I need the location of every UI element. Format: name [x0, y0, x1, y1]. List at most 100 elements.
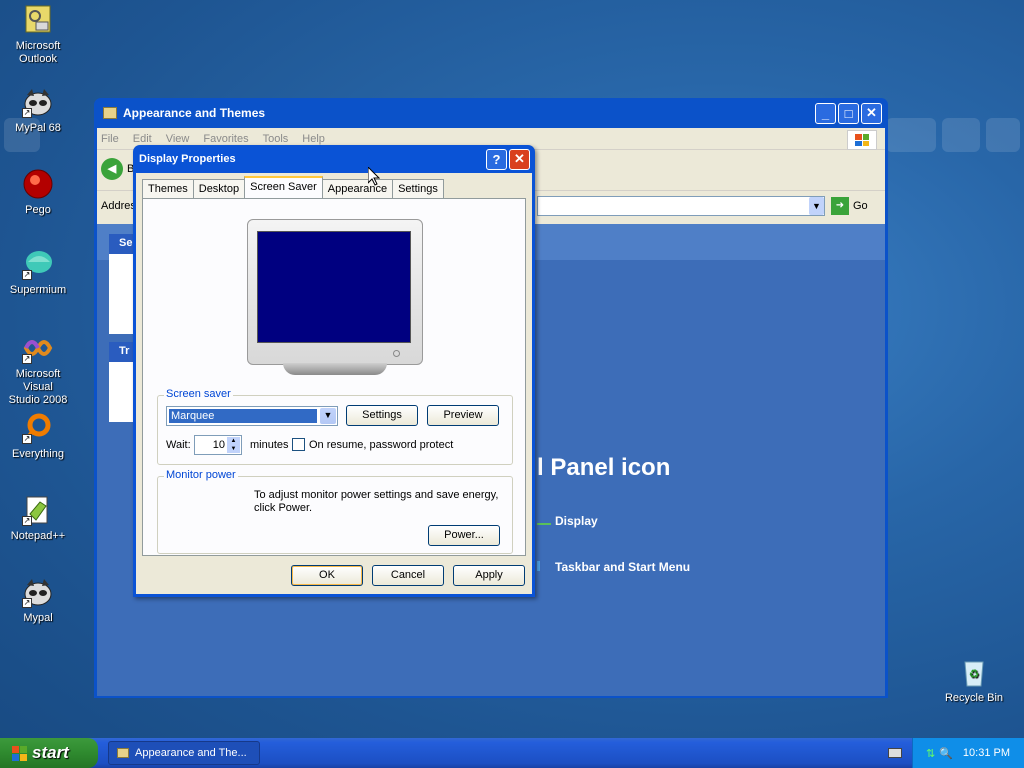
desktop-icon-label: Everything	[12, 448, 64, 460]
wait-value[interactable]: 10	[213, 439, 225, 451]
folder-icon	[103, 107, 117, 119]
dialog-close-button[interactable]: ✕	[509, 148, 530, 170]
taskbar-item-label: Appearance and The...	[135, 747, 247, 759]
desktop-icon-recycle-bin[interactable]: ♻ Recycle Bin	[936, 656, 1012, 705]
display-properties-dialog: Display Properties ? ✕ Themes Desktop Sc…	[133, 145, 535, 597]
apply-button[interactable]: Apply	[453, 565, 525, 586]
network-icon[interactable]: ⇅	[926, 747, 935, 760]
mypal-icon: ↗	[22, 86, 54, 118]
menu-file[interactable]: File	[101, 133, 119, 145]
monitor-power-led-icon	[393, 350, 400, 357]
desktop-icon-label: Recycle Bin	[944, 692, 1004, 704]
desktop-icon-everything[interactable]: ↗ Everything	[0, 412, 76, 461]
taskbar-icon	[537, 561, 551, 571]
outlook-icon	[22, 4, 54, 36]
explorer-titlebar[interactable]: Appearance and Themes _ □ ✕	[97, 98, 885, 128]
minimize-button[interactable]: _	[815, 102, 836, 124]
mypal-icon: ↗	[22, 576, 54, 608]
desktop-icon-visual-studio[interactable]: ↗ Microsoft Visual Studio 2008	[0, 332, 76, 407]
tab-desktop[interactable]: Desktop	[192, 179, 246, 198]
monitor-preview	[247, 219, 423, 379]
section-heading: l Panel icon	[537, 454, 671, 481]
dialog-title: Display Properties	[139, 153, 236, 165]
screen-saver-group-label: Screen saver	[164, 388, 233, 400]
everything-icon: ↗	[22, 412, 54, 444]
monitor-power-text: To adjust monitor power settings and sav…	[254, 489, 499, 514]
address-input[interactable]	[537, 196, 825, 216]
desktop-icon-outlook[interactable]: Microsoft Outlook	[0, 4, 76, 66]
tab-screen-saver[interactable]: Screen Saver	[244, 176, 323, 198]
menu-tools[interactable]: Tools	[263, 133, 289, 145]
menu-edit[interactable]: Edit	[133, 133, 152, 145]
shortcut-arrow-icon: ↗	[22, 270, 32, 280]
back-button[interactable]: ◀	[101, 158, 123, 180]
dialog-titlebar[interactable]: Display Properties ? ✕	[136, 145, 532, 173]
wait-stepper[interactable]: 10 ▲ ▼	[194, 435, 242, 455]
dialog-body: Themes Desktop Screen Saver Appearance S…	[136, 173, 532, 594]
help-button[interactable]: ?	[486, 148, 507, 170]
start-label: start	[32, 743, 69, 762]
go-arrow-icon[interactable]: ➜	[831, 197, 849, 215]
pego-icon	[22, 168, 54, 200]
shortcut-arrow-icon: ↗	[22, 598, 32, 608]
shortcut-arrow-icon: ↗	[22, 354, 32, 364]
ok-button[interactable]: OK	[291, 565, 363, 586]
minutes-label: minutes	[250, 439, 289, 451]
taskbar: start Appearance and The... ⇅ 🔍 10:31 PM	[0, 738, 1024, 768]
screen-saver-selected: Marquee	[169, 409, 317, 423]
tab-themes[interactable]: Themes	[142, 179, 194, 198]
chevron-down-icon[interactable]: ▼	[320, 408, 336, 424]
address-dropdown-icon[interactable]: ▼	[809, 197, 824, 215]
supermium-icon: ↗	[22, 248, 54, 280]
maximize-button[interactable]: □	[838, 102, 859, 124]
menu-view[interactable]: View	[166, 133, 190, 145]
menu-favorites[interactable]: Favorites	[203, 133, 248, 145]
display-icon	[537, 515, 551, 525]
link-display-label: Display	[555, 514, 598, 528]
svg-text:♻: ♻	[969, 667, 980, 681]
screen-saver-group: Screen saver Marquee ▼ Settings Preview …	[157, 388, 513, 465]
cancel-button[interactable]: Cancel	[372, 565, 444, 586]
preview-button[interactable]: Preview	[427, 405, 499, 426]
windows-flag-icon	[12, 745, 27, 761]
tab-settings[interactable]: Settings	[392, 179, 444, 198]
monitor-power-group-label: Monitor power	[164, 469, 238, 481]
taskbar-item-appearance[interactable]: Appearance and The...	[108, 741, 260, 765]
search-icon[interactable]: 🔍	[939, 747, 953, 760]
monitor-stand	[283, 363, 387, 375]
screen-saver-select[interactable]: Marquee ▼	[166, 406, 338, 426]
go-button[interactable]: Go	[853, 200, 868, 212]
screen-saver-settings-button[interactable]: Settings	[346, 405, 418, 426]
notepadpp-icon: ↗	[22, 494, 54, 526]
shortcut-arrow-icon: ↗	[22, 516, 32, 526]
windows-logo-icon	[847, 130, 877, 150]
link-display[interactable]: Display	[537, 514, 598, 528]
clock[interactable]: 10:31 PM	[963, 747, 1010, 759]
desktop-icon-label: Supermium	[9, 284, 67, 296]
wait-label: Wait:	[166, 439, 191, 451]
keyboard-icon[interactable]	[888, 748, 902, 758]
desktop-icon-label: Notepad++	[10, 530, 66, 542]
desktop-icon-label: Microsoft Visual Studio 2008	[8, 368, 68, 406]
power-button[interactable]: Power...	[428, 525, 500, 546]
spin-up-icon[interactable]: ▲	[227, 437, 240, 445]
desktop-icon-mypal[interactable]: ↗ Mypal	[0, 576, 76, 625]
password-checkbox[interactable]	[292, 438, 305, 451]
desktop-icon-label: Pego	[25, 204, 51, 216]
desktop-icon-label: Mypal	[23, 612, 53, 624]
desktop-icon-pego[interactable]: Pego	[0, 168, 76, 217]
close-button[interactable]: ✕	[861, 102, 882, 124]
menu-help[interactable]: Help	[302, 133, 325, 145]
monitor-screen	[257, 231, 411, 343]
desktop-icon-notepadpp[interactable]: ↗ Notepad++	[0, 494, 76, 543]
desktop-icon-label: MyPal 68	[15, 122, 61, 134]
shortcut-arrow-icon: ↗	[22, 434, 32, 444]
desktop-icon-mypal-68[interactable]: ↗ MyPal 68	[0, 86, 76, 135]
link-taskbar[interactable]: Taskbar and Start Menu	[537, 560, 690, 574]
desktop-icon-supermium[interactable]: ↗ Supermium	[0, 248, 76, 297]
password-checkbox-label[interactable]: On resume, password protect	[309, 439, 453, 451]
tab-appearance[interactable]: Appearance	[321, 179, 394, 198]
start-button[interactable]: start	[0, 738, 98, 768]
spin-down-icon[interactable]: ▼	[227, 445, 240, 453]
visual-studio-icon: ↗	[22, 332, 54, 364]
